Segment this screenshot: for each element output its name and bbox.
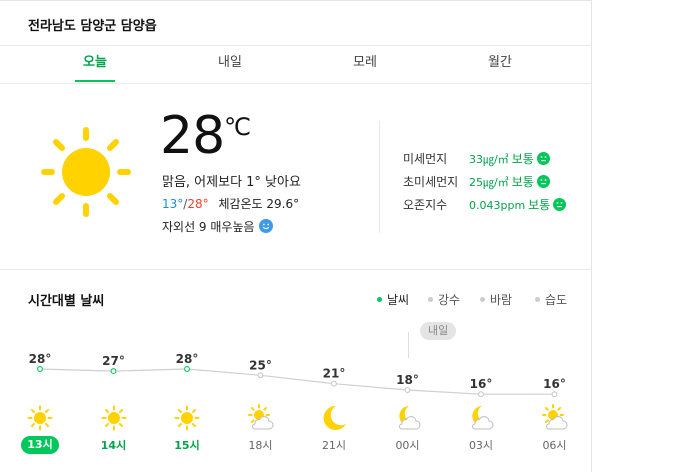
hour-label: 15시 [174, 439, 200, 452]
hourly-temperature-chart: 28° 27° 28° 25° 21° 18° 16° 16° [29, 352, 566, 398]
legend-precipitation[interactable]: 강수 [428, 291, 460, 308]
air-label: 초미세먼지 [403, 175, 459, 189]
temperature-point [110, 368, 117, 375]
air-label: 오존지수 [403, 198, 448, 212]
sun-icon [101, 405, 126, 431]
temperature-label: 28° [29, 352, 52, 366]
tab-day-after[interactable]: 모레 [325, 46, 405, 81]
current-temperature: 28 [160, 106, 225, 166]
temperature-point [257, 372, 264, 379]
sun-cloud-icon [541, 404, 567, 430]
sun-icon [174, 405, 200, 431]
temperature-point [478, 391, 484, 398]
hour-label: 00시 [395, 439, 420, 452]
air-row-fine-dust[interactable]: 미세먼지 33㎍/㎥ 보통 [403, 150, 583, 167]
air-status: 보통 [511, 152, 534, 166]
temperature-unit: ℃ [224, 113, 251, 141]
hourly-title: 시간대별 날씨 [28, 294, 105, 309]
moon-cloud-icon [398, 406, 420, 430]
sun-cloud-icon [247, 404, 273, 430]
air-value: 33㎍/㎥ [469, 153, 509, 166]
max-temp: 28° [187, 197, 209, 211]
air-value: 25㎍/㎥ [469, 176, 509, 189]
legend-weather[interactable]: 날씨 [377, 291, 409, 308]
temperature-point [37, 366, 43, 372]
temperature-label: 28° [176, 352, 199, 366]
temperature-label: 27° [102, 354, 125, 368]
hour-label: 06시 [542, 439, 567, 452]
min-max-temp: 13°/28° 체감온도 29.6° [162, 197, 300, 211]
temperature-label: 18° [396, 373, 419, 387]
tab-monthly[interactable]: 월간 [460, 46, 540, 81]
air-label: 미세먼지 [403, 152, 448, 166]
hour-label: 14시 [100, 439, 127, 452]
temperature-label: 21° [323, 367, 346, 381]
uv-label: 자외선 9 매우높음 [162, 220, 255, 234]
temperature-label: 25° [249, 358, 272, 372]
smile-face-icon [258, 219, 273, 233]
neutral-face-icon [536, 175, 550, 188]
hour-label: 13시 [21, 436, 59, 454]
neutral-face-icon [536, 152, 550, 165]
air-row-ozone[interactable]: 오존지수 0.043ppm 보통 [403, 196, 583, 213]
weather-summary: 맑음, 어제보다 1° 낮아요 [162, 175, 301, 190]
tab-today[interactable]: 오늘 [55, 46, 135, 82]
neutral-face-icon [553, 198, 567, 211]
moon-cloud-icon [472, 406, 494, 430]
min-temp: 13° [162, 197, 184, 211]
temperature-point [331, 380, 337, 387]
uv-index[interactable]: 자외선 9 매우높음 [162, 218, 273, 235]
temperature-label: 16° [470, 377, 493, 391]
temperature-label: 16° [543, 377, 566, 391]
day-tabs: 오늘 내일 모레 월간 [0, 45, 591, 84]
temperature-point [404, 387, 411, 393]
location-title[interactable]: 전라남도 담양군 담양읍 [28, 15, 157, 34]
air-value: 0.043ppm [469, 199, 526, 212]
temperature-point [184, 366, 190, 372]
hour-label: 21시 [321, 439, 347, 452]
hour-label: 03시 [468, 439, 494, 452]
feels-like: 체감온도 29.6° [218, 197, 300, 211]
tab-tomorrow[interactable]: 내일 [190, 46, 270, 81]
air-row-ultrafine-dust[interactable]: 초미세먼지 25㎍/㎥ 보통 [403, 173, 583, 190]
temperature-point [551, 391, 558, 398]
air-status: 보통 [511, 175, 534, 189]
hour-label: 18시 [248, 439, 273, 452]
divider [379, 121, 380, 233]
weather-card: 전라남도 담양군 담양읍 오늘 내일 모레 월간 28 ℃ 맑음, 어제보다 1… [0, 0, 592, 472]
sun-icon [41, 127, 131, 217]
moon-icon [323, 405, 346, 430]
tomorrow-badge: 내일 [420, 322, 457, 340]
legend-wind[interactable]: 바람 [480, 291, 512, 308]
legend-humidity[interactable]: 습도 [535, 291, 567, 308]
sun-icon [27, 405, 53, 431]
air-status: 보통 [528, 198, 551, 212]
